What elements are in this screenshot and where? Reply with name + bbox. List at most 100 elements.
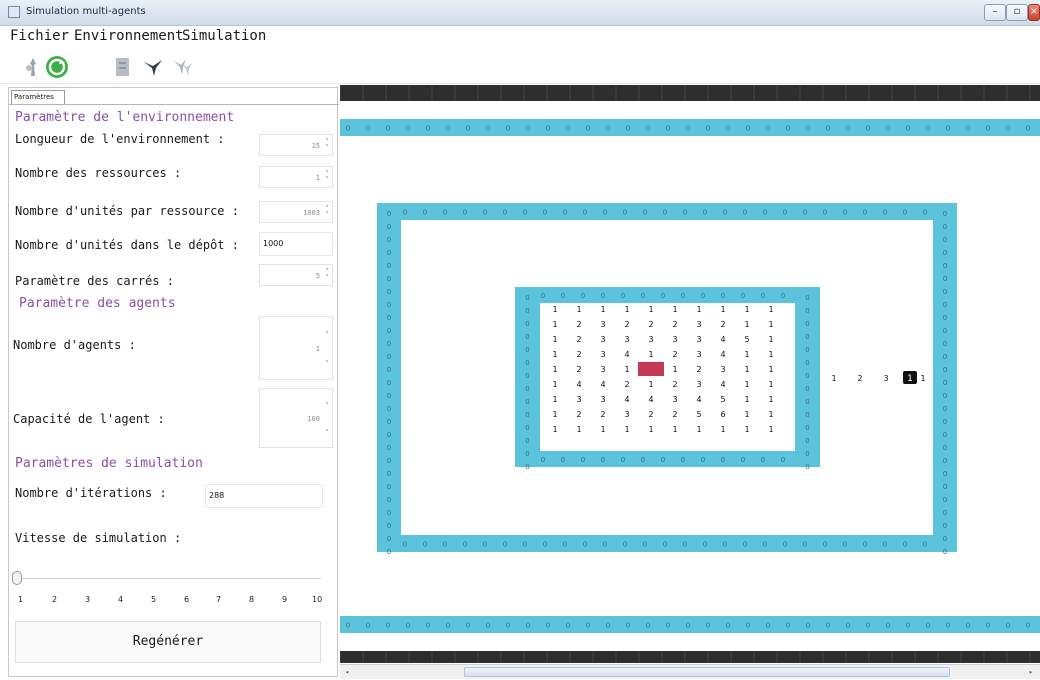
spin-arrows-icon[interactable]: ▴ ▾ bbox=[323, 389, 331, 447]
grid-value: 5 bbox=[744, 335, 749, 344]
path-number: 3 bbox=[883, 374, 888, 383]
spin-arrows-icon[interactable]: ▴ ▾ bbox=[323, 265, 331, 285]
middle-wall-right-cell-label: 0 bbox=[943, 288, 947, 296]
middle-wall-right-cell-label: 0 bbox=[943, 431, 947, 439]
iterations-input[interactable]: 288 bbox=[205, 484, 323, 508]
outer-wall-top-cell-label: 0 bbox=[486, 125, 490, 133]
inner-wall-bottom-cell-label: 0 bbox=[621, 456, 625, 464]
depot-input[interactable]: 1000 bbox=[259, 232, 333, 256]
menu-simulation[interactable]: Simulation bbox=[182, 28, 266, 44]
middle-wall-left-cell-label: 0 bbox=[387, 262, 391, 270]
grid-value: 1 bbox=[552, 350, 557, 359]
grid-value: 5 bbox=[696, 410, 701, 419]
inner-wall-right-cell-label: 0 bbox=[805, 463, 809, 471]
spin-arrows-icon[interactable]: ▴ ▾ bbox=[323, 167, 331, 187]
outer-wall-top-cell-label: 0 bbox=[946, 125, 950, 133]
speed-slider-track[interactable] bbox=[15, 578, 321, 579]
grid-value: 2 bbox=[672, 320, 677, 329]
scrollbar-thumb[interactable] bbox=[464, 667, 950, 677]
app-icon bbox=[8, 6, 20, 18]
scroll-left-icon[interactable]: ◂ bbox=[342, 667, 352, 677]
inner-wall-top-cell-label: 0 bbox=[621, 292, 625, 300]
middle-wall-top-cell-label: 0 bbox=[623, 209, 627, 217]
grid-value: 1 bbox=[768, 410, 773, 419]
outer-wall-bottom-cell-label: 0 bbox=[546, 622, 550, 630]
outer-wall-bottom-cell-label: 0 bbox=[746, 622, 750, 630]
middle-wall-left-cell-label: 0 bbox=[387, 496, 391, 504]
document-icon[interactable] bbox=[110, 54, 136, 80]
middle-wall-bottom-cell-label: 0 bbox=[403, 541, 407, 549]
middle-wall-bottom-cell-label: 0 bbox=[543, 541, 547, 549]
middle-wall-left-cell-label: 0 bbox=[387, 249, 391, 257]
horizontal-scrollbar[interactable]: ◂ ▸ bbox=[340, 664, 1040, 679]
middle-wall-top-cell-label: 0 bbox=[883, 209, 887, 217]
units-spinbox[interactable]: 1003 ▴ ▾ bbox=[259, 201, 333, 223]
middle-wall-bottom-cell-label: 0 bbox=[863, 541, 867, 549]
grid-value: 1 bbox=[768, 365, 773, 374]
middle-wall-top-cell-label: 0 bbox=[423, 209, 427, 217]
middle-wall-bottom-cell-label: 0 bbox=[483, 541, 487, 549]
length-spinbox[interactable]: 15 ▴ ▾ bbox=[259, 134, 333, 156]
resources-spinbox[interactable]: 1 ▴ ▾ bbox=[259, 166, 333, 188]
spin-arrows-icon[interactable]: ▴ ▾ bbox=[323, 202, 331, 222]
grid-value: 2 bbox=[648, 410, 653, 419]
inner-wall-top-cell-label: 0 bbox=[721, 292, 725, 300]
refresh-icon[interactable] bbox=[44, 54, 70, 80]
inner-wall-left-cell-label: 0 bbox=[525, 424, 529, 432]
parameters-panel: Paramètres Paramètre de l'environnement … bbox=[8, 87, 339, 677]
middle-wall-bottom-cell-label: 0 bbox=[803, 541, 807, 549]
menu-fichier[interactable]: Fichier bbox=[10, 28, 69, 44]
squares-spinbox[interactable]: 5 ▴ ▾ bbox=[259, 264, 333, 286]
grid-value: 2 bbox=[696, 365, 701, 374]
close-button[interactable]: × bbox=[1028, 4, 1040, 21]
minimize-button[interactable]: – bbox=[984, 4, 1006, 21]
grid-value: 4 bbox=[600, 380, 605, 389]
regenerate-button[interactable]: Regénérer bbox=[15, 621, 321, 663]
outer-wall-bottom-cell-label: 0 bbox=[606, 622, 610, 630]
inner-wall-left-cell-label: 0 bbox=[525, 307, 529, 315]
middle-wall-bottom-cell-label: 0 bbox=[823, 541, 827, 549]
middle-wall-right-cell-label: 0 bbox=[943, 405, 947, 413]
spin-arrows-icon[interactable]: ▴ ▾ bbox=[323, 135, 331, 155]
birds-icon[interactable] bbox=[170, 54, 196, 80]
grid-value: 1 bbox=[648, 425, 653, 434]
bird-icon[interactable] bbox=[140, 54, 166, 80]
spin-arrows-icon[interactable]: ▴ ▾ bbox=[323, 317, 331, 379]
inner-wall-bottom-cell-label: 0 bbox=[701, 456, 705, 464]
agent-capacity-spinbox[interactable]: 100 ▴ ▾ bbox=[259, 388, 333, 448]
middle-wall-left-cell-label: 0 bbox=[387, 379, 391, 387]
middle-wall-bottom-cell-label: 0 bbox=[843, 541, 847, 549]
outer-wall-top-cell-label: 0 bbox=[826, 125, 830, 133]
tab-parametres[interactable]: Paramètres bbox=[11, 90, 65, 104]
middle-wall-right-cell-label: 0 bbox=[943, 496, 947, 504]
outer-wall-bottom-cell-label: 0 bbox=[726, 622, 730, 630]
agents-count-spinbox[interactable]: 1 ▴ ▾ bbox=[259, 316, 333, 380]
speed-slider-handle[interactable] bbox=[12, 571, 22, 585]
environment-grid: 0 0 0 0 0 0 0 0 0 0 0 0 0 0 0 0 0 0 0 0 0 0 0 0 0 0 0 0 0 0 0 0 0 0 0 0 0 0 0 0… bbox=[340, 85, 1040, 663]
outer-wall-top-cell-label: 0 bbox=[906, 125, 910, 133]
outer-wall-bottom-cell-label: 0 bbox=[966, 622, 970, 630]
agent-icon[interactable] bbox=[20, 54, 46, 80]
inner-wall-top-cell-label: 0 bbox=[701, 292, 705, 300]
grid-value: 2 bbox=[624, 380, 629, 389]
outer-wall-bottom-cell-label: 0 bbox=[586, 622, 590, 630]
outer-wall-bottom-cell-label: 0 bbox=[506, 622, 510, 630]
speed-label: Vitesse de simulation : bbox=[15, 531, 182, 545]
outer-wall-top-cell-label: 0 bbox=[406, 125, 410, 133]
scroll-right-icon[interactable]: ▸ bbox=[1026, 667, 1036, 677]
inner-wall-top-cell-label: 0 bbox=[661, 292, 665, 300]
middle-wall-top-cell-label: 0 bbox=[703, 209, 707, 217]
squares-label: Paramètre des carrés : bbox=[15, 274, 174, 288]
squares-value: 5 bbox=[315, 272, 320, 280]
outer-wall-top-cell-label: 0 bbox=[786, 125, 790, 133]
inner-wall-left-cell-label: 0 bbox=[525, 411, 529, 419]
middle-wall-right-cell-label: 0 bbox=[943, 522, 947, 530]
inner-wall-top-cell-label: 0 bbox=[561, 292, 565, 300]
middle-wall-left-cell-label: 0 bbox=[387, 366, 391, 374]
outer-wall-top-cell-label: 0 bbox=[446, 125, 450, 133]
speed-tick: 6 bbox=[184, 595, 190, 604]
menu-environnement[interactable]: Environnement bbox=[74, 28, 184, 44]
grid-value: 4 bbox=[696, 395, 701, 404]
middle-wall-right-cell-label: 0 bbox=[943, 379, 947, 387]
maximize-button[interactable]: ▫ bbox=[1006, 4, 1028, 21]
